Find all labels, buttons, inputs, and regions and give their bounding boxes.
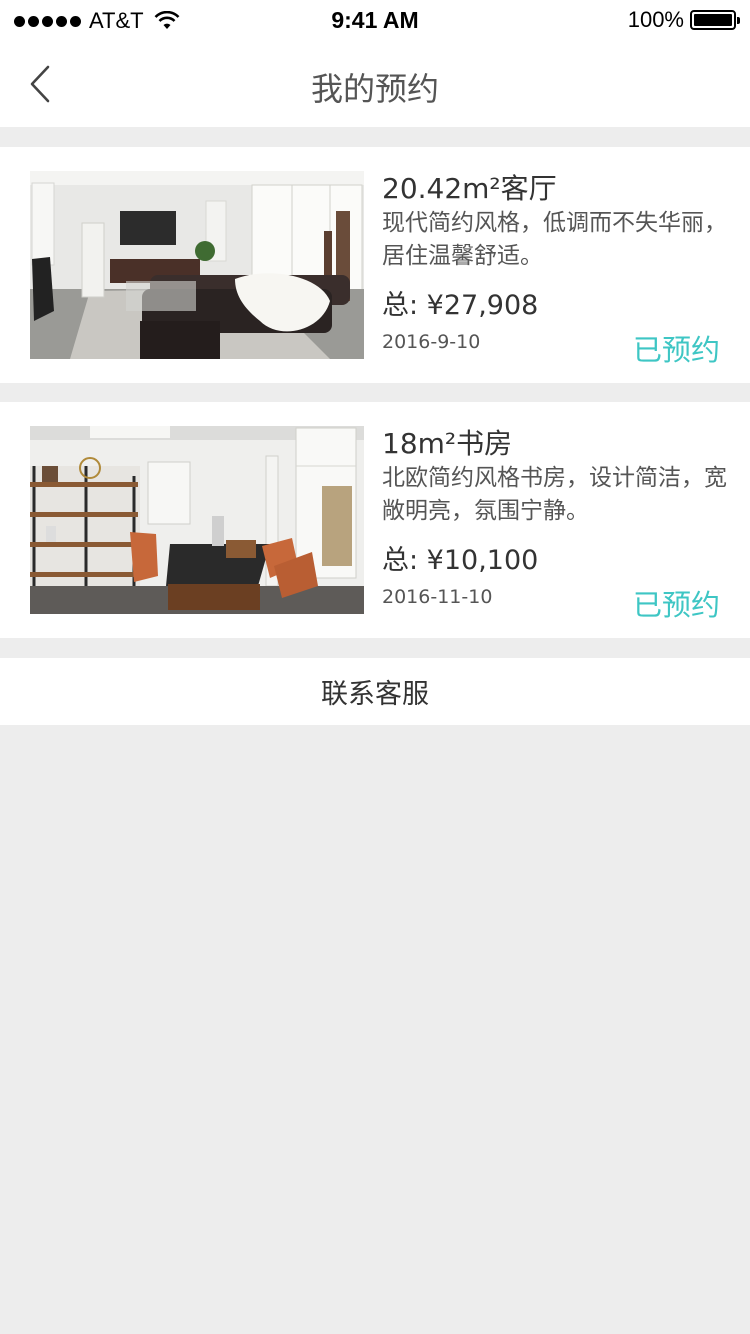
reservation-card[interactable]: 20.42m²客厅 现代简约风格，低调而不失华丽，居住温馨舒适。 总: ¥27,… — [0, 147, 750, 383]
status-badge[interactable]: 已预约 — [633, 327, 720, 369]
status-badge[interactable]: 已预约 — [633, 582, 720, 624]
card-description: 北欧简约风格书房，设计简洁，宽敞明亮，氛围宁静。 — [382, 465, 727, 524]
living-room-photo[interactable] — [30, 171, 364, 359]
study-room-photo[interactable] — [30, 426, 364, 614]
reservation-card[interactable]: 18m²书房 北欧简约风格书房，设计简洁，宽敞明亮，氛围宁静。 总: ¥10,1… — [0, 402, 750, 638]
card-description: 现代简约风格，低调而不失华丽，居住温馨舒适。 — [382, 210, 727, 269]
card-price: 总: ¥27,908 — [382, 290, 539, 321]
card-price: 总: ¥10,100 — [382, 545, 539, 576]
card-title: 20.42m²客厅 — [382, 172, 557, 205]
status-right: 100% — [627, 7, 740, 33]
card-date: 2016-9-10 — [382, 331, 481, 353]
card-title: 18m²书房 — [382, 427, 513, 460]
status-bar: AT&T 9:41 AM 100% — [0, 0, 750, 40]
contact-service-button[interactable]: 联系客服 — [0, 658, 750, 725]
battery-percent: 100% — [627, 7, 684, 32]
card-date: 2016-11-10 — [382, 586, 493, 608]
battery-icon — [690, 10, 740, 30]
nav-bar: 我的预约 — [0, 40, 750, 127]
page-title: 我的预约 — [310, 70, 439, 108]
